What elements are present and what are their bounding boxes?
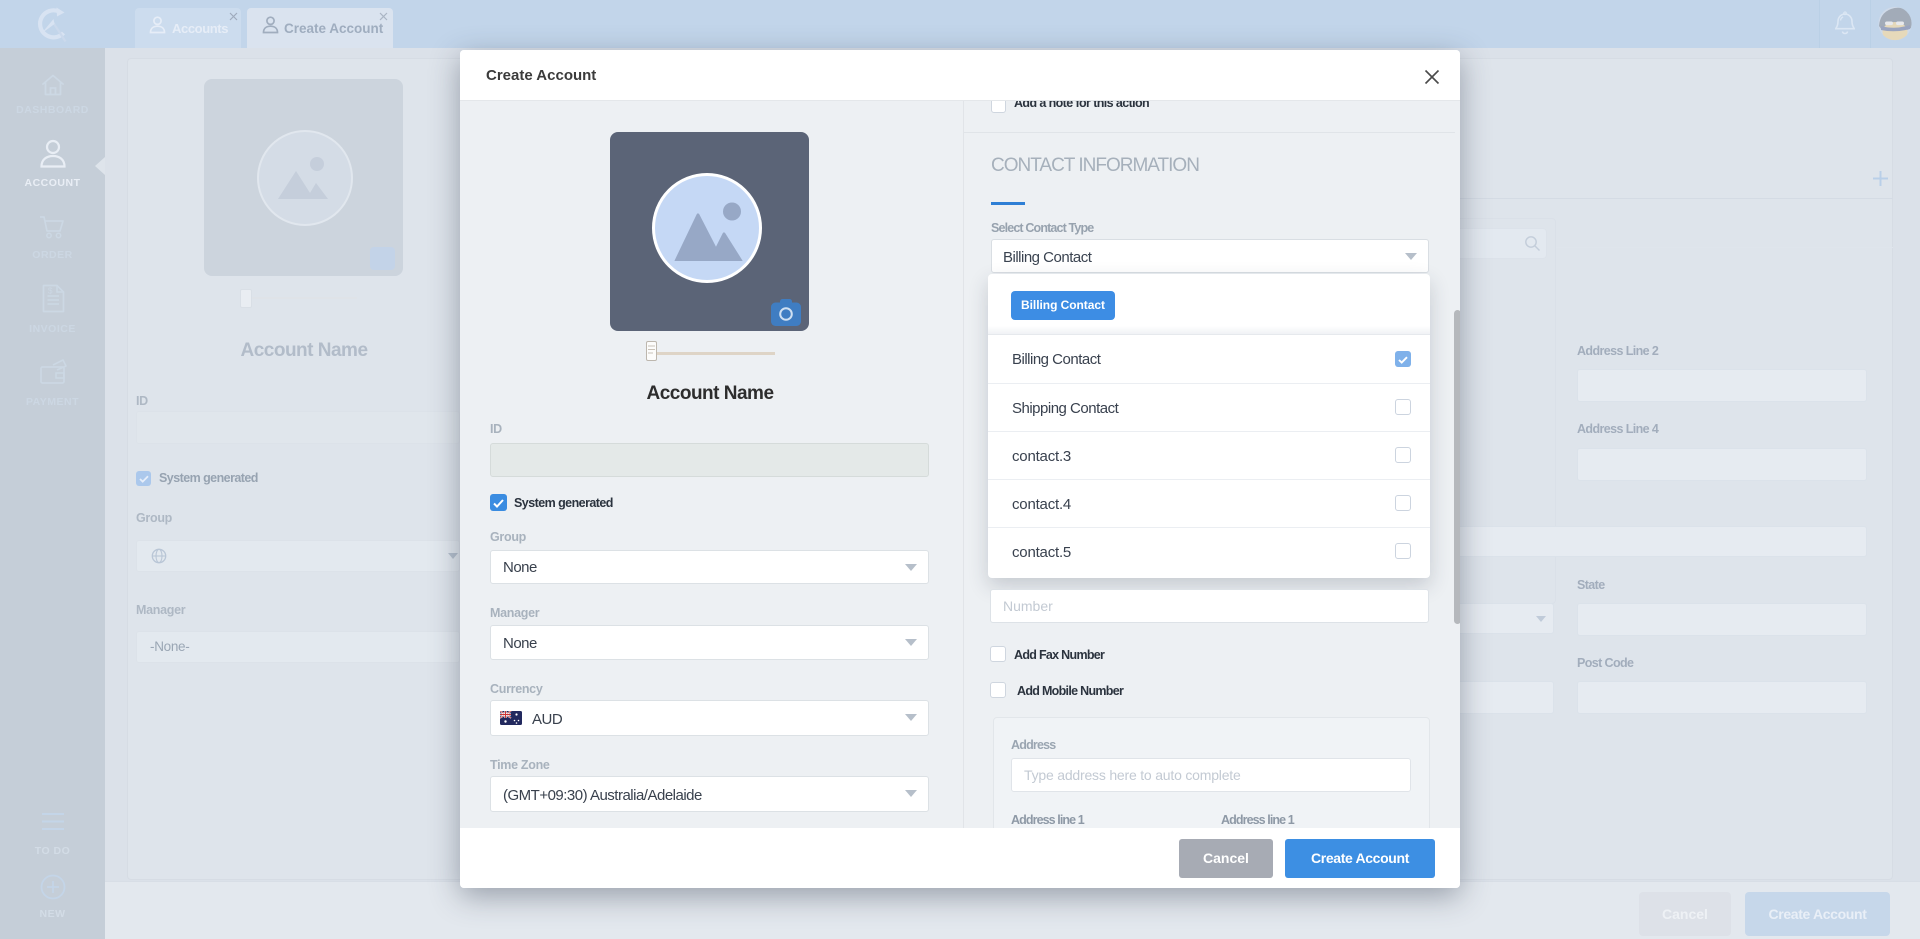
svg-text:$: $ <box>48 287 53 296</box>
